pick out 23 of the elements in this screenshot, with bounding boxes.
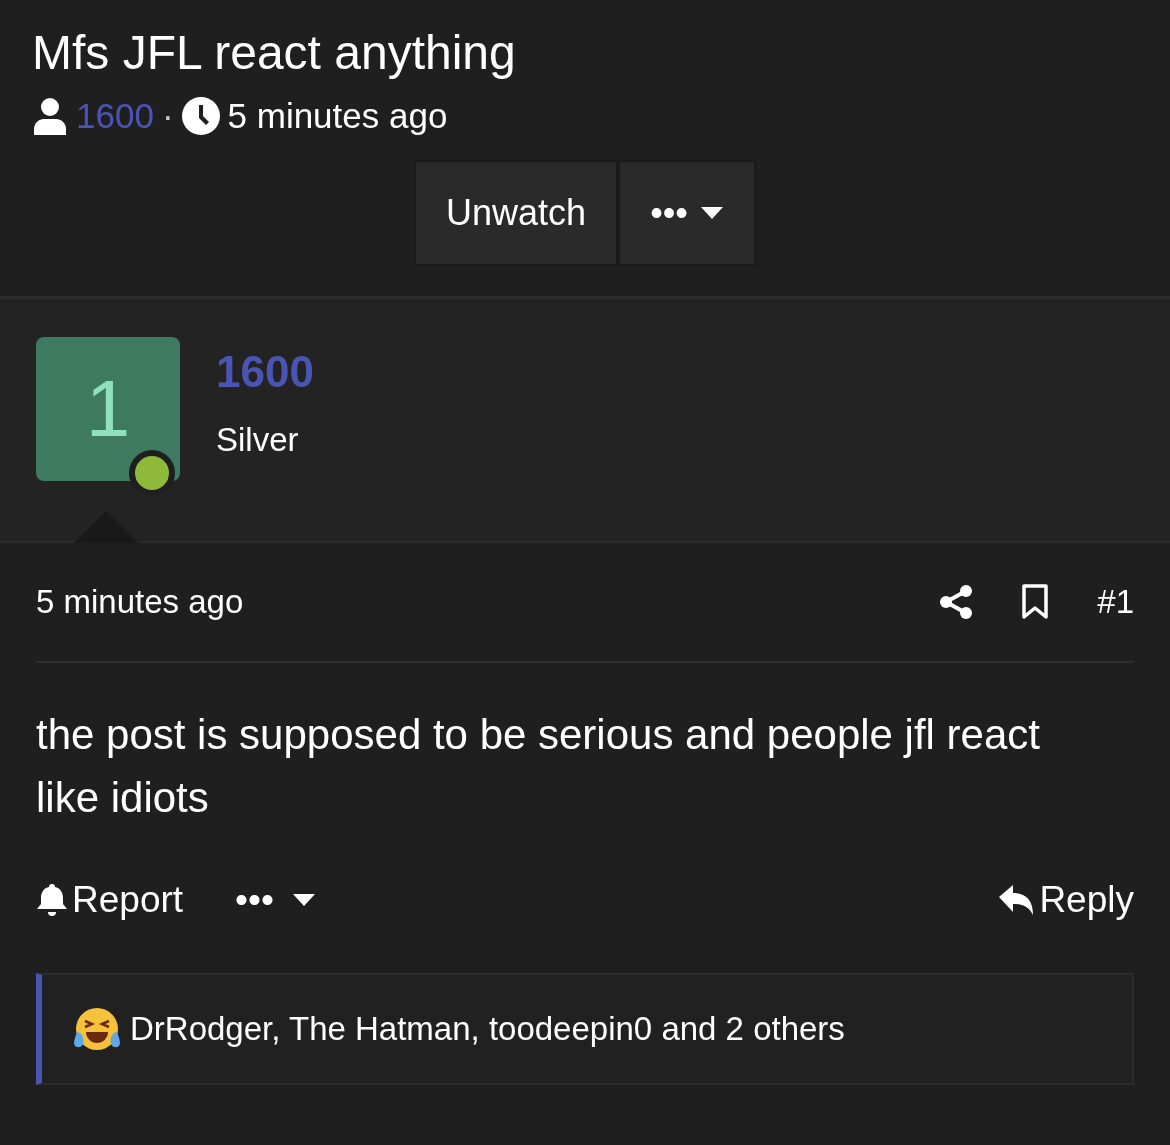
separator-dot: · (161, 96, 174, 136)
share-icon[interactable] (939, 585, 974, 619)
unwatch-button[interactable]: Unwatch (414, 160, 619, 266)
thread-time: 5 minutes ago (227, 96, 448, 136)
user-rank: Silver (216, 421, 300, 459)
post-time: 5 minutes ago (36, 583, 244, 621)
reply-icon (997, 883, 1036, 917)
online-status-dot (129, 450, 175, 496)
laughing-emoji-icon (74, 1006, 120, 1052)
report-button[interactable]: Report (36, 879, 184, 921)
more-button[interactable]: ••• (235, 879, 317, 921)
clock-icon (181, 97, 220, 135)
more-button[interactable]: ••• (618, 160, 756, 266)
caret-icon (292, 893, 317, 907)
reply-button[interactable]: Reply (997, 879, 1134, 921)
bell-icon (36, 882, 68, 918)
caret-icon (699, 206, 724, 220)
reactions-text[interactable]: DrRodger, The Hatman, toodeepin0 and 2 others (130, 1010, 845, 1048)
post-body: the post is supposed to be serious and people jfl react like idiots (36, 710, 1041, 823)
user-icon (32, 97, 68, 135)
thread-title: Mfs JFL react anything (32, 25, 517, 81)
post-number-link[interactable]: #1 (1097, 583, 1134, 621)
bookmark-icon[interactable] (1021, 584, 1050, 620)
